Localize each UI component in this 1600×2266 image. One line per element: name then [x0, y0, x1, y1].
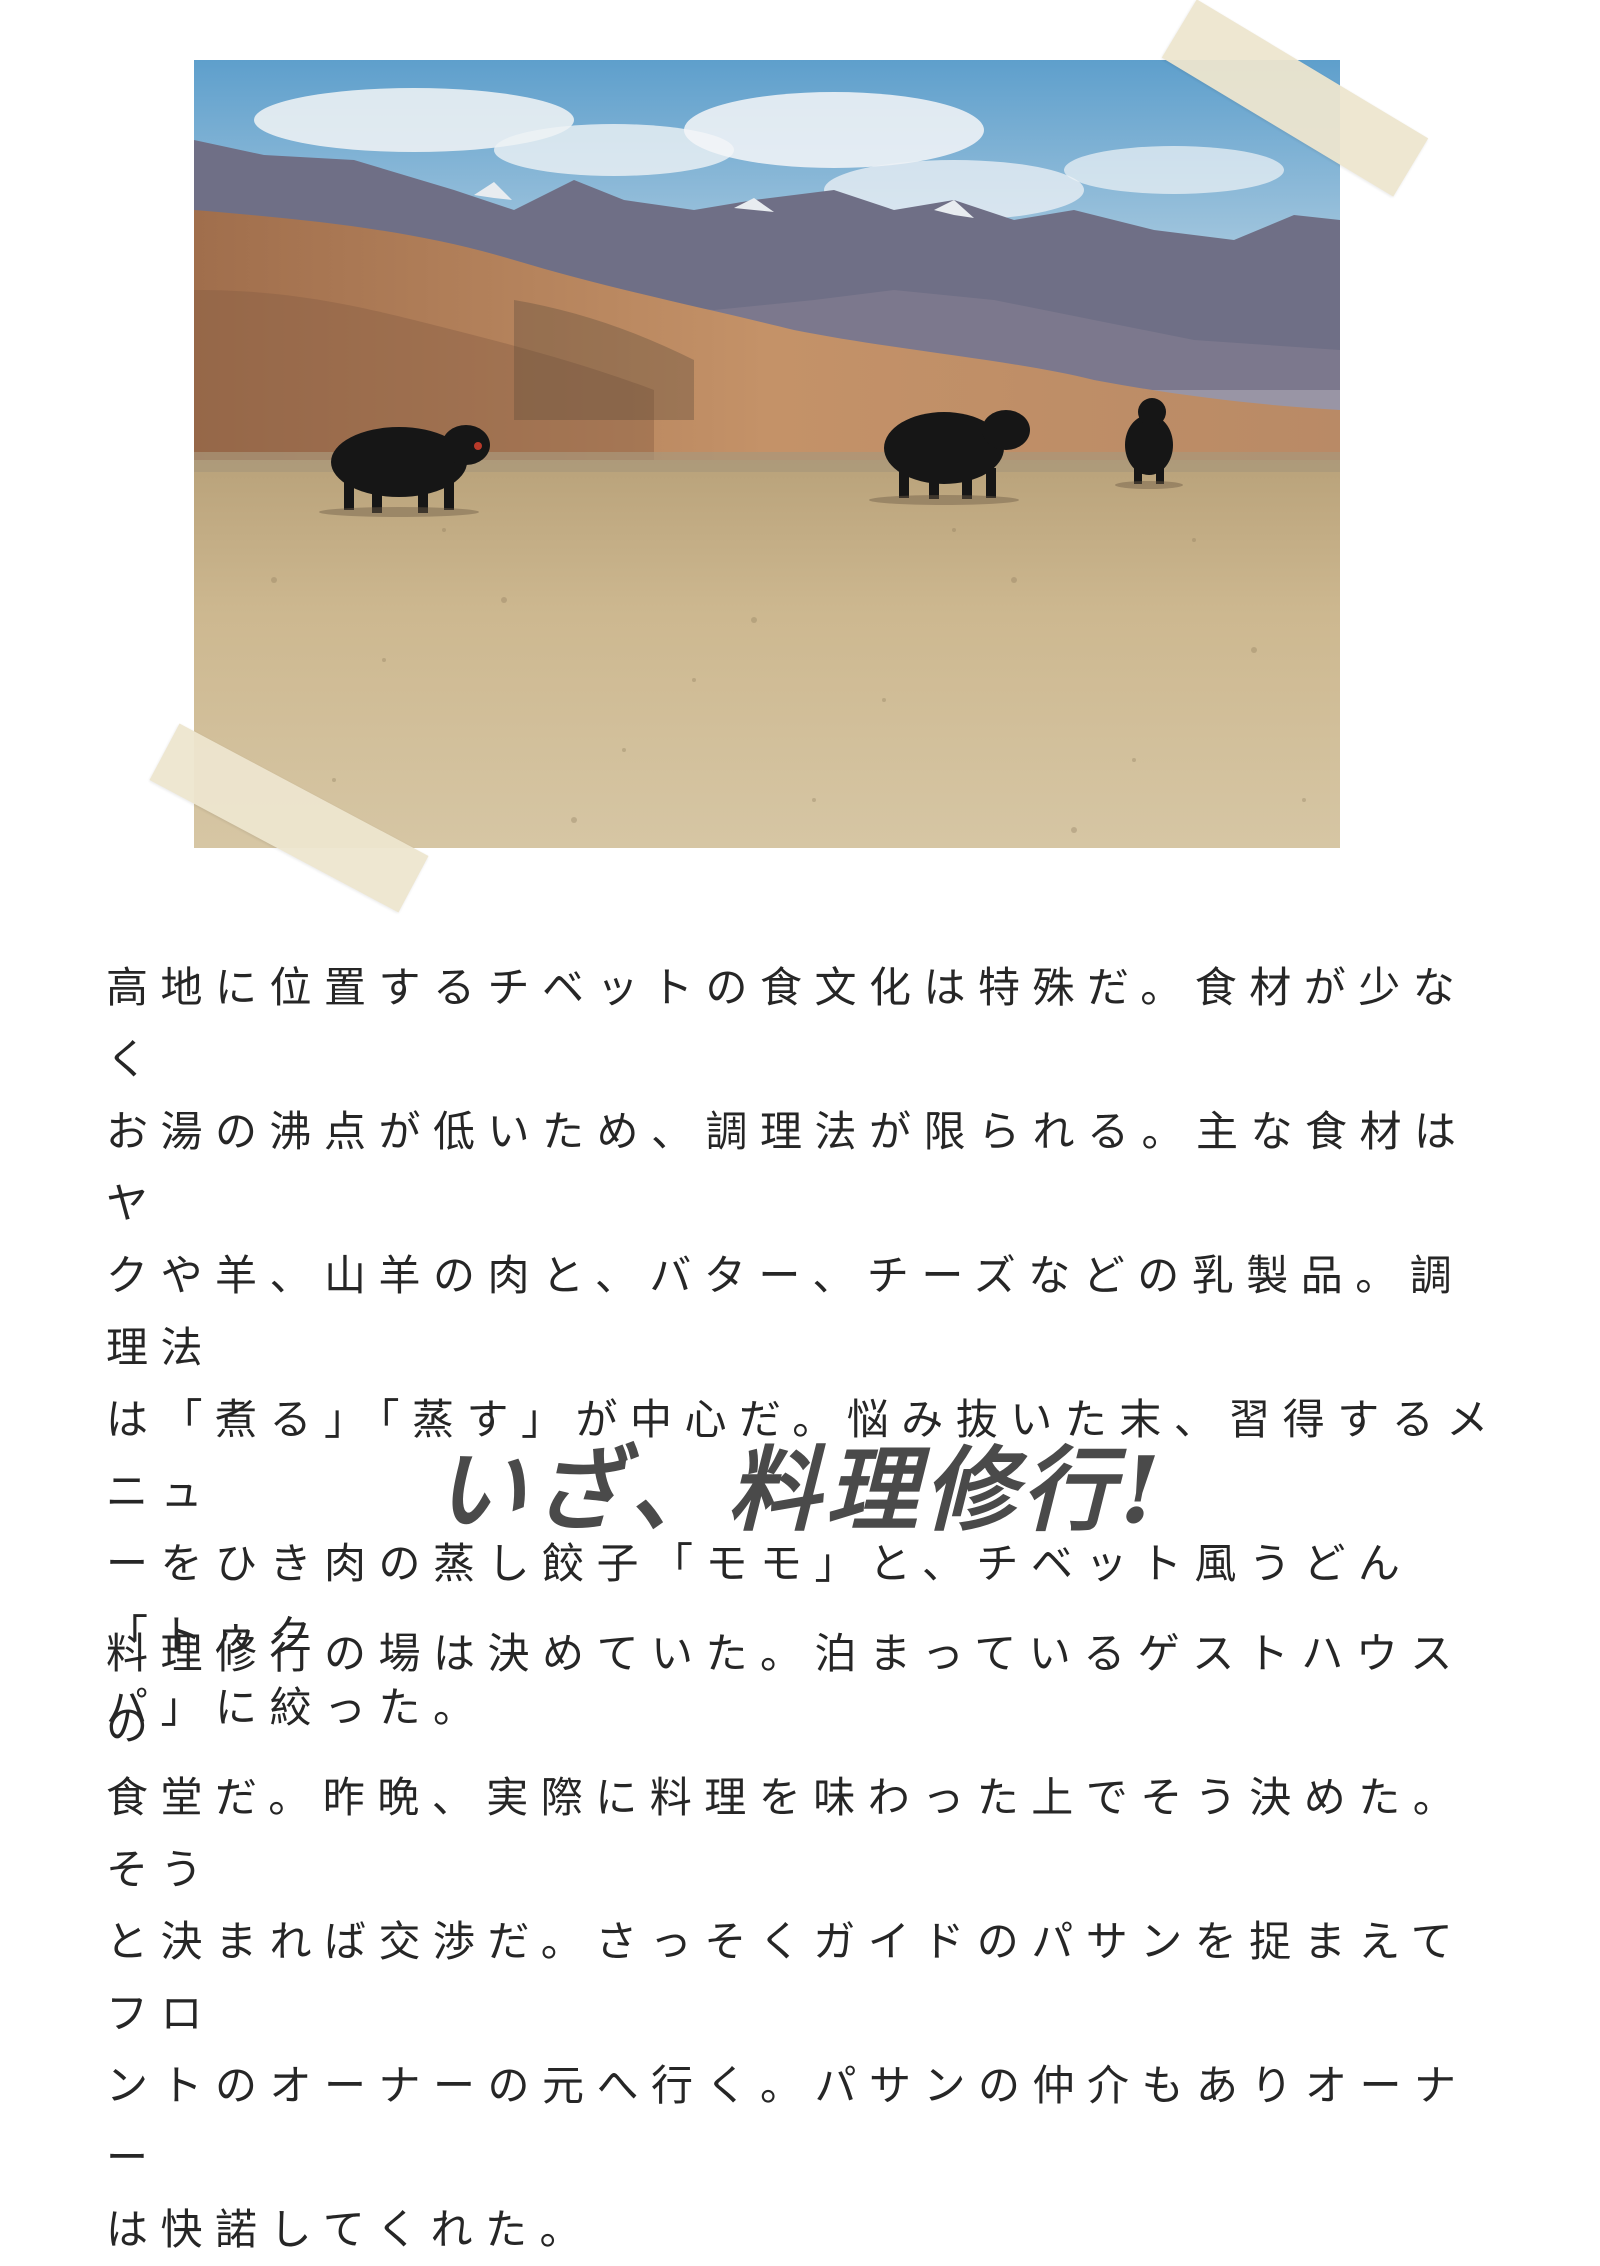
yak-shadow	[1115, 481, 1183, 489]
section-heading: いざ、料理修行!	[433, 1436, 1167, 1544]
paragraph-line: お湯の沸点が低いため、調理法が限られる。主な食材はヤ	[106, 1107, 1469, 1228]
paragraph-line: 高地に位置するチベットの食文化は特殊だ。食材が少なく	[106, 963, 1468, 1084]
cloud	[1064, 146, 1284, 194]
paragraph-line: クや羊、山羊の肉と、バター、チーズなどの乳製品。調理法	[106, 1251, 1465, 1372]
paragraph-line: 料理修行の場は決めていた。泊まっているゲストハウスの	[106, 1629, 1465, 1750]
paragraph-line: ントのオーナーの元へ行く。パサンの仲介もありオーナー	[106, 2061, 1469, 2182]
yak-shadow	[319, 507, 479, 517]
plain	[194, 460, 1340, 848]
training-paragraph: 料理修行の場は決めていた。泊まっているゲストハウスの 食堂だ。昨晩、実際に料理を…	[106, 1618, 1506, 2266]
yak-shadow	[869, 495, 1019, 505]
paragraph-line: 食堂だ。昨晩、実際に料理を味わった上でそう決めた。そう	[106, 1773, 1468, 1894]
paragraph-line: と決まれば交渉だ。さっそくガイドのパサンを捉まえてフロ	[106, 1917, 1466, 2038]
yak-landscape-photo	[194, 60, 1340, 848]
cloud	[684, 92, 984, 168]
paragraph-line: は快諾してくれた。	[106, 2205, 594, 2254]
